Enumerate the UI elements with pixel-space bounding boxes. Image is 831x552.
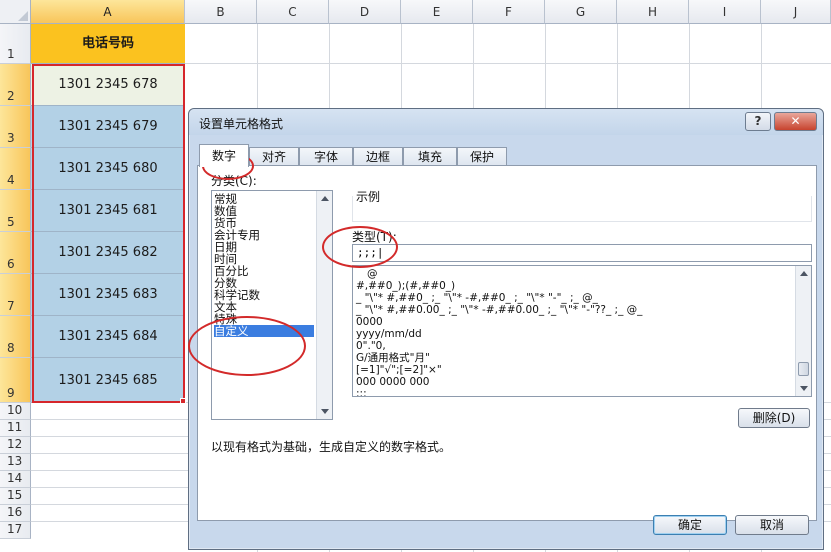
format-item[interactable]: 0000 <box>356 316 796 328</box>
format-item[interactable]: _ "\"* #,##0.00_ ;_ "\"* -#,##0.00_ ;_ "… <box>356 304 796 316</box>
fill-handle[interactable] <box>180 398 186 404</box>
scroll-thumb[interactable] <box>798 362 809 376</box>
format-item[interactable]: yyyy/mm/dd <box>356 328 796 340</box>
cell-a7[interactable]: 1301 2345 683 <box>31 274 185 316</box>
row-header-2[interactable]: 2 <box>0 64 31 106</box>
cell-a2[interactable]: 1301 2345 678 <box>31 64 185 106</box>
cell-a9[interactable]: 1301 2345 685 <box>31 358 185 403</box>
row-number: 1 <box>7 47 15 61</box>
column-header-d[interactable]: D <box>329 0 401 24</box>
row-number: 17 <box>7 522 23 536</box>
format-item[interactable]: _ "\"* #,##0_ ;_ "\"* -#,##0_ ;_ "\"* "-… <box>356 292 796 304</box>
format-item[interactable]: ;;; <box>356 388 796 396</box>
row-header-11[interactable]: 11 <box>0 420 31 437</box>
category-item-selected[interactable]: 自定义 <box>214 325 314 337</box>
category-label: 分类(C): <box>211 174 257 188</box>
column-header-f[interactable]: F <box>473 0 545 24</box>
scroll-down-icon[interactable] <box>321 409 329 414</box>
description-text: 以现有格式为基础，生成自定义的数字格式。 <box>211 440 452 454</box>
column-header-c[interactable]: C <box>257 0 329 24</box>
row-header-15[interactable]: 15 <box>0 488 31 505</box>
format-item[interactable]: @ <box>367 268 807 280</box>
ok-button[interactable]: 确定 <box>653 515 727 535</box>
row-number: 11 <box>7 420 23 434</box>
cell-a3[interactable]: 1301 2345 679 <box>31 106 185 148</box>
row-number: 3 <box>7 131 15 145</box>
column-header-j[interactable]: J <box>761 0 831 24</box>
column-header-i[interactable]: I <box>689 0 761 24</box>
row-number: 14 <box>7 471 23 485</box>
column-header-h[interactable]: H <box>617 0 689 24</box>
row-header-1[interactable]: 1 <box>0 24 31 64</box>
row-header-6[interactable]: 6 <box>0 232 31 274</box>
row-header-16[interactable]: 16 <box>0 505 31 522</box>
tab-number[interactable]: 数字 <box>199 144 249 167</box>
scroll-up-icon[interactable] <box>321 196 329 201</box>
column-header-a[interactable]: A <box>31 0 185 24</box>
row-number: 10 <box>7 403 23 417</box>
format-item[interactable]: #,##0_);(#,##0_) <box>356 280 796 292</box>
row-header-13[interactable]: 13 <box>0 454 31 471</box>
row-header-4[interactable]: 4 <box>0 148 31 190</box>
row-header-14[interactable]: 14 <box>0 471 31 488</box>
row-header-7[interactable]: 7 <box>0 274 31 316</box>
type-input[interactable]: ;;;| <box>352 244 812 262</box>
category-list[interactable]: 常规 数值 货币 会计专用 日期 时间 百分比 分数 科学记数 文本 特殊 自定… <box>211 190 333 420</box>
row-header-5[interactable]: 5 <box>0 190 31 232</box>
row-number: 12 <box>7 437 23 451</box>
tab-font[interactable]: 字体 <box>299 147 353 166</box>
cell-a4[interactable]: 1301 2345 680 <box>31 148 185 190</box>
tab-border[interactable]: 边框 <box>353 147 403 166</box>
scroll-down-icon[interactable] <box>800 386 808 391</box>
format-scrollbar[interactable] <box>795 266 811 396</box>
row-number: 8 <box>7 341 15 355</box>
row-header-17[interactable]: 17 <box>0 522 31 539</box>
tab-fill[interactable]: 填充 <box>403 147 457 166</box>
format-item[interactable]: G/通用格式"月" <box>356 352 796 364</box>
select-all-corner[interactable] <box>0 0 31 24</box>
cell-a5[interactable]: 1301 2345 681 <box>31 190 185 232</box>
cell-a1-header[interactable]: 电话号码 <box>31 24 185 64</box>
dialog-title: 设置单元格格式 <box>199 117 284 131</box>
column-header-g[interactable]: G <box>545 0 617 24</box>
row-header-12[interactable]: 12 <box>0 437 31 454</box>
row-header-3[interactable]: 3 <box>0 106 31 148</box>
delete-button[interactable]: 删除(D) <box>738 408 810 428</box>
sample-preview <box>352 196 812 222</box>
row-number: 9 <box>7 386 15 400</box>
dialog-titlebar[interactable]: 设置单元格格式 ? ✕ <box>189 109 823 135</box>
scroll-up-icon[interactable] <box>800 271 808 276</box>
format-item[interactable]: 0"."0, <box>356 340 796 352</box>
row-number: 6 <box>7 257 15 271</box>
tab-protection[interactable]: 保护 <box>457 147 507 166</box>
row-number: 15 <box>7 488 23 502</box>
help-button[interactable]: ? <box>745 112 771 131</box>
column-header-b[interactable]: B <box>185 0 257 24</box>
format-item[interactable]: 000 0000 000 <box>356 376 796 388</box>
cell-a8[interactable]: 1301 2345 684 <box>31 316 185 358</box>
row-number: 2 <box>7 89 15 103</box>
watermark-logo: Baidu 经验 <box>642 476 817 511</box>
row-header-10[interactable]: 10 <box>0 403 31 420</box>
row-number: 7 <box>7 299 15 313</box>
row-number: 16 <box>7 505 23 519</box>
column-header-e[interactable]: E <box>401 0 473 24</box>
tab-alignment[interactable]: 对齐 <box>249 147 299 166</box>
row-number: 4 <box>7 173 15 187</box>
cancel-button[interactable]: 取消 <box>735 515 809 535</box>
close-button[interactable]: ✕ <box>774 112 817 131</box>
cell-a6[interactable]: 1301 2345 682 <box>31 232 185 274</box>
row-number: 5 <box>7 215 15 229</box>
type-label: 类型(T): <box>352 230 397 244</box>
format-list[interactable]: @ #,##0_);(#,##0_) _ "\"* #,##0_ ;_ "\"*… <box>352 265 812 397</box>
row-number: 13 <box>7 454 23 468</box>
category-scrollbar[interactable] <box>316 191 332 419</box>
format-item[interactable]: [=1]"√";[=2]"×" <box>356 364 796 376</box>
row-header-8[interactable]: 8 <box>0 316 31 358</box>
row-header-9[interactable]: 9 <box>0 358 31 403</box>
